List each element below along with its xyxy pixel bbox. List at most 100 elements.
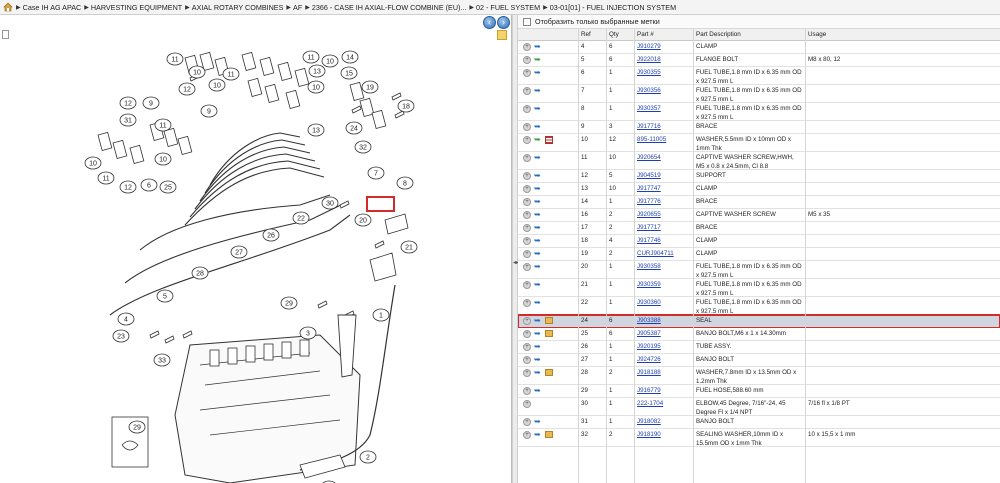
- breadcrumb-item[interactable]: AXIAL ROTARY COMBINES: [192, 3, 284, 12]
- info-arrow-icon[interactable]: ➥: [534, 343, 541, 351]
- part-number-link[interactable]: J910279: [637, 43, 661, 52]
- table-row[interactable]: + ➥ 22 1 J930360 FUEL TUBE,1.8 mm ID x 6.35 m…: [518, 297, 1000, 315]
- add-to-cart-icon[interactable]: +: [523, 299, 531, 307]
- table-row[interactable]: + ➥ 4 6 J910279 CLAMP: [518, 41, 1000, 54]
- add-to-cart-icon[interactable]: +: [523, 250, 531, 258]
- info-arrow-icon[interactable]: ➥: [534, 211, 541, 219]
- part-number-link[interactable]: 895-11005: [637, 136, 666, 145]
- add-to-cart-icon[interactable]: +: [523, 211, 531, 219]
- list-icon[interactable]: [545, 136, 553, 144]
- add-to-cart-icon[interactable]: +: [523, 69, 531, 77]
- part-number-link[interactable]: J918082: [637, 418, 661, 427]
- info-arrow-icon[interactable]: ➥: [534, 250, 541, 258]
- info-arrow-icon[interactable]: ➥: [534, 105, 541, 113]
- part-number-link[interactable]: J918190: [637, 431, 661, 440]
- add-to-cart-icon[interactable]: +: [523, 185, 531, 193]
- table-row[interactable]: + ➥ 25 6 J905387 BANJO BOLT,M6 x 1 x 14.30mm: [518, 328, 1000, 341]
- breadcrumb-item[interactable]: 03-01[01] - FUEL INJECTION SYSTEM: [550, 3, 676, 12]
- info-arrow-icon[interactable]: ➥: [534, 185, 541, 193]
- table-row[interactable]: + ➥ 10 12 895-11005 WASHER,5.5mm ID x 10mm OD…: [518, 134, 1000, 152]
- part-number-link[interactable]: J930356: [637, 87, 661, 96]
- add-to-cart-icon[interactable]: +: [523, 356, 531, 364]
- add-to-cart-icon[interactable]: +: [523, 87, 531, 95]
- table-row[interactable]: + ➥ 6 1 J930355 FUEL TUBE,1.8 mm ID x 6.35 mm…: [518, 67, 1000, 85]
- col-part-number[interactable]: Part #: [637, 29, 654, 41]
- replacement-arrow-icon[interactable]: ➥: [534, 136, 541, 144]
- part-number-link[interactable]: J916779: [637, 387, 661, 396]
- table-row[interactable]: + ➥ 13 10 J917747 CLAMP: [518, 183, 1000, 196]
- info-arrow-icon[interactable]: ➥: [534, 387, 541, 395]
- info-arrow-icon[interactable]: ➥: [534, 369, 541, 377]
- table-row[interactable]: + ➥ 9 3 J917716 BRACE: [518, 121, 1000, 134]
- table-row[interactable]: + ➥ 28 2 J918188 WASHER,7.8mm ID x 13.5mm OD …: [518, 367, 1000, 385]
- part-number-link[interactable]: J930359: [637, 281, 661, 290]
- table-row[interactable]: + ➥ 11 10 J920654 CAPTIVE WASHER SCREW,HWH, M…: [518, 152, 1000, 170]
- add-to-cart-icon[interactable]: +: [523, 387, 531, 395]
- info-arrow-icon[interactable]: ➥: [534, 317, 541, 325]
- info-arrow-icon[interactable]: ➥: [534, 431, 541, 439]
- part-number-link[interactable]: J905387: [637, 330, 661, 339]
- part-number-link[interactable]: J930360: [637, 299, 661, 308]
- add-to-cart-icon[interactable]: +: [523, 224, 531, 232]
- table-row[interactable]: + ➥ 16 2 J920655 CAPTIVE WASHER SCREW M5 x 35: [518, 209, 1000, 222]
- fuel-injection-diagram[interactable]: 1110121011911101413101513191891110121011…: [0, 15, 512, 483]
- table-row[interactable]: + ➥ 26 1 J920195 TUBE ASSY.: [518, 341, 1000, 354]
- part-number-link[interactable]: J917746: [637, 237, 661, 246]
- add-to-cart-icon[interactable]: +: [523, 123, 531, 131]
- table-row[interactable]: + ➥ 20 1 J930358 FUEL TUBE,1.8 mm ID x 6.35 m…: [518, 261, 1000, 279]
- table-row[interactable]: + ➥ 8 1 J930357 FUEL TUBE,1.8 mm ID x 6.35 mm…: [518, 103, 1000, 121]
- show-selected-only-checkbox[interactable]: [523, 17, 531, 26]
- add-to-cart-icon[interactable]: +: [523, 43, 531, 51]
- table-row[interactable]: + ➥ 5 6 J922018 FLANGE BOLT M8 x 80, 12: [518, 54, 1000, 67]
- part-number-link[interactable]: J920654: [637, 154, 661, 163]
- add-to-cart-icon[interactable]: +: [523, 263, 531, 271]
- home-icon[interactable]: [3, 2, 13, 12]
- add-to-cart-icon[interactable]: +: [523, 418, 531, 426]
- add-to-cart-icon[interactable]: +: [523, 198, 531, 206]
- info-arrow-icon[interactable]: ➥: [534, 154, 541, 162]
- add-to-cart-icon[interactable]: +: [523, 172, 531, 180]
- add-to-cart-icon[interactable]: +: [523, 281, 531, 289]
- table-row[interactable]: + ➥ 21 1 J930359 FUEL TUBE,1.8 mm ID x 6.35 m…: [518, 279, 1000, 297]
- info-arrow-icon[interactable]: ➥: [534, 299, 541, 307]
- part-number-link[interactable]: J920655: [637, 211, 661, 220]
- info-arrow-icon[interactable]: ➥: [534, 356, 541, 364]
- part-number-link[interactable]: J930355: [637, 69, 661, 78]
- part-number-link[interactable]: J920195: [637, 343, 661, 352]
- table-row[interactable]: + ➥ 14 1 J917776 BRACE: [518, 196, 1000, 209]
- add-to-cart-icon[interactable]: +: [523, 136, 531, 144]
- part-number-link[interactable]: CURJ904711: [637, 250, 674, 259]
- info-arrow-icon[interactable]: ➥: [534, 237, 541, 245]
- part-number-link[interactable]: J917716: [637, 123, 661, 132]
- breadcrumb-item[interactable]: AF: [293, 3, 302, 12]
- info-arrow-icon[interactable]: ➥: [534, 87, 541, 95]
- add-to-cart-icon[interactable]: +: [523, 431, 531, 439]
- info-arrow-icon[interactable]: ➥: [534, 224, 541, 232]
- info-arrow-icon[interactable]: ➥: [534, 198, 541, 206]
- add-to-cart-icon[interactable]: +: [523, 56, 531, 64]
- add-to-cart-icon[interactable]: +: [523, 237, 531, 245]
- part-number-link[interactable]: J917717: [637, 224, 661, 233]
- breadcrumb-item[interactable]: HARVESTING EQUIPMENT: [91, 3, 182, 12]
- info-arrow-icon[interactable]: ➥: [534, 330, 541, 338]
- table-row[interactable]: + ➥ 18 4 J917746 CLAMP: [518, 235, 1000, 248]
- add-to-cart-icon[interactable]: +: [523, 105, 531, 113]
- table-row[interactable]: + ➥ 12 5 J904519 SUPPORT: [518, 170, 1000, 183]
- table-row[interactable]: + ➥ 19 2 CURJ904711 CLAMP: [518, 248, 1000, 261]
- table-row[interactable]: + ➥ 32 2 J918190 SEALING WASHER,10mm ID x 15.…: [518, 429, 1000, 447]
- info-arrow-icon[interactable]: ➥: [534, 123, 541, 131]
- info-arrow-icon[interactable]: ➥: [534, 281, 541, 289]
- part-number-link[interactable]: J930357: [637, 105, 661, 114]
- part-number-link[interactable]: J904519: [637, 172, 661, 181]
- info-arrow-icon[interactable]: ➥: [534, 172, 541, 180]
- breadcrumb-item[interactable]: 02 - FUEL SYSTEM: [476, 3, 540, 12]
- add-to-cart-icon[interactable]: +: [523, 317, 531, 325]
- add-to-cart-icon[interactable]: +: [523, 154, 531, 162]
- info-arrow-icon[interactable]: ➥: [534, 43, 541, 51]
- breadcrumb-item[interactable]: Case IH AG APAC: [23, 3, 82, 12]
- add-to-cart-icon[interactable]: +: [523, 343, 531, 351]
- breadcrumb-item[interactable]: 2366 - CASE IH AXIAL-FLOW COMBINE (EU)..…: [312, 3, 467, 12]
- table-row[interactable]: +30 1 222-1704 ELBOW,45 Degree, 7/16"-24, 4…: [518, 398, 1000, 416]
- col-ref[interactable]: Ref: [581, 29, 591, 41]
- info-arrow-icon[interactable]: ➥: [534, 69, 541, 77]
